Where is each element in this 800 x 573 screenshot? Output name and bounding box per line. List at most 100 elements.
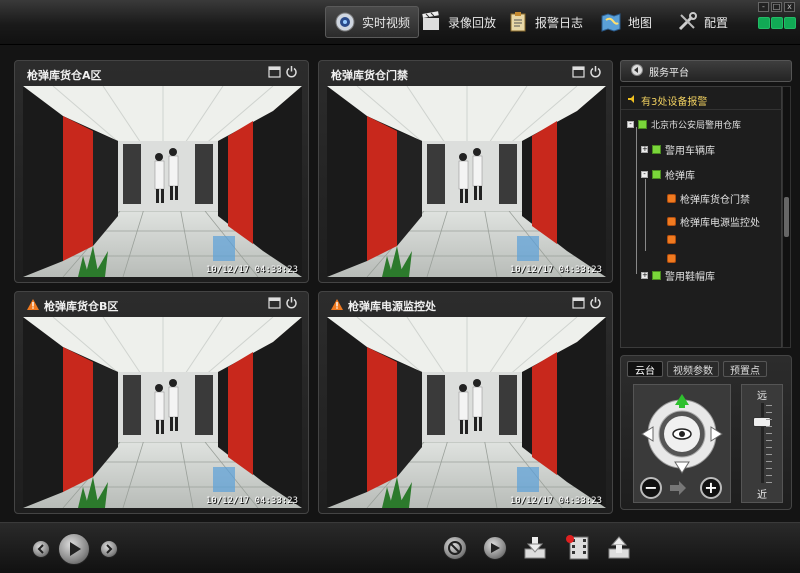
zoom-slider-area: 远 近 xyxy=(741,384,783,503)
video-timestamp: 10/12/17 04:33:23 xyxy=(509,265,602,275)
video-title-text: 枪弹库货仓A区 xyxy=(27,69,102,82)
ptz-center-button[interactable] xyxy=(672,425,692,443)
alert-text: 有3处设备报警 xyxy=(641,97,708,108)
tree-node-unnamed-2[interactable] xyxy=(667,254,676,263)
maximize-window-icon[interactable] xyxy=(268,65,281,78)
zoom-tick xyxy=(766,482,772,483)
top-toolbar: 实时视频 录像回放 报警日志 地图 配置 - □ x xyxy=(0,0,800,45)
layout-single-button[interactable] xyxy=(758,17,770,29)
zoom-tick xyxy=(766,419,772,420)
video-panel-title: 枪弹库货仓B区 xyxy=(27,298,118,314)
video-feed[interactable]: 10/12/17 04:33:23 xyxy=(327,317,606,508)
zoom-tick xyxy=(766,440,772,441)
power-icon[interactable] xyxy=(589,296,602,309)
zoom-tick xyxy=(766,468,772,469)
chevron-left-icon xyxy=(37,544,44,554)
maximize-window-icon[interactable] xyxy=(268,296,281,309)
tree-scrollbar[interactable] xyxy=(782,86,791,348)
layout-quad-button[interactable] xyxy=(771,17,783,29)
ptz-right-button[interactable] xyxy=(707,426,723,442)
arrow-up-icon xyxy=(675,394,689,408)
record-button[interactable] xyxy=(563,532,593,562)
download-icon xyxy=(524,537,546,559)
zoom-tick xyxy=(766,475,772,476)
video-feed[interactable]: 10/12/17 04:33:23 xyxy=(23,86,302,277)
plus-icon: + xyxy=(704,478,718,497)
alarm-status-icon xyxy=(667,235,676,244)
ptz-left-button[interactable] xyxy=(641,426,657,442)
minus-icon: − xyxy=(644,478,658,497)
tree-node-unnamed-1[interactable] xyxy=(667,235,676,244)
nav-label: 实时视频 xyxy=(362,15,411,30)
nav-alarm-log[interactable]: 报警日志 xyxy=(499,6,591,38)
tree-node-shoes[interactable]: + 警用鞋帽库 xyxy=(641,268,715,283)
window-close-button[interactable]: x xyxy=(784,2,795,12)
nav-config[interactable]: 配置 xyxy=(668,6,736,38)
tree-alert[interactable]: 有3处设备报警 xyxy=(627,93,707,108)
window-maximize-button[interactable]: □ xyxy=(771,2,782,12)
nav-live-video[interactable]: 实时视频 xyxy=(325,6,420,38)
film-icon xyxy=(420,11,442,33)
zoom-near-label: 近 xyxy=(757,490,767,501)
power-icon[interactable] xyxy=(285,296,298,309)
video-title-text: 枪弹库货仓门禁 xyxy=(331,69,408,82)
tree-node-vehicle[interactable]: + 警用车辆库 xyxy=(641,142,715,157)
layout-full-button[interactable] xyxy=(784,17,796,29)
zoom-tick xyxy=(766,412,772,413)
nav-label: 录像回放 xyxy=(448,15,497,30)
server-platform-button[interactable]: 服务平台 xyxy=(620,60,792,82)
tools-icon xyxy=(676,11,698,33)
video-panel[interactable]: 枪弹库货仓B区 10/12/17 04:33:23 xyxy=(14,291,309,514)
nav-map[interactable]: 地图 xyxy=(592,6,660,38)
tree-node-power[interactable]: 枪弹库电源监控处 xyxy=(667,214,760,229)
previous-button[interactable] xyxy=(32,540,50,558)
video-panel[interactable]: 枪弹库货仓门禁 10/12/17 04:33:23 xyxy=(318,60,613,283)
maximize-window-icon[interactable] xyxy=(572,65,585,78)
tab-ptz[interactable]: 云台 xyxy=(627,361,663,377)
zoom-out-button[interactable]: − xyxy=(640,477,662,499)
tab-video-params[interactable]: 视频参数 xyxy=(667,361,719,377)
play-video-button[interactable] xyxy=(483,536,507,560)
tree-node-gate[interactable]: 枪弹库货仓门禁 xyxy=(667,191,750,206)
video-panel[interactable]: 枪弹库货仓A区 10/12/17 04:33:23 xyxy=(14,60,309,283)
device-tree: 有3处设备报警 - 北京市公安局警用仓库 + 警用车辆库 - 枪弹库 枪弹库货仓… xyxy=(620,86,783,348)
tree-node-root[interactable]: - 北京市公安局警用仓库 xyxy=(627,118,741,131)
tab-presets[interactable]: 预置点 xyxy=(723,361,767,377)
download-button[interactable] xyxy=(521,534,549,562)
ptz-down-button[interactable] xyxy=(674,458,690,474)
ptz-up-button[interactable] xyxy=(674,393,690,409)
power-icon[interactable] xyxy=(285,65,298,78)
zoom-tick xyxy=(766,454,772,455)
video-panel-buttons xyxy=(268,296,298,309)
zoom-tick xyxy=(766,461,772,462)
play-icon xyxy=(70,542,81,556)
zoom-tick xyxy=(766,405,772,406)
arrow-right-icon xyxy=(710,426,723,442)
globe-icon xyxy=(631,63,643,79)
video-panel[interactable]: 枪弹库电源监控处 10/12/17 04:33:23 xyxy=(318,291,613,514)
tree-scrollbar-thumb[interactable] xyxy=(784,197,789,237)
arrow-down-icon xyxy=(674,461,690,474)
video-feed[interactable]: 10/12/17 04:33:23 xyxy=(23,317,302,508)
maximize-window-icon[interactable] xyxy=(572,296,585,309)
alarm-status-icon xyxy=(667,254,676,263)
tree-label: 警用鞋帽库 xyxy=(665,272,715,283)
video-panel-buttons xyxy=(572,296,602,309)
power-icon[interactable] xyxy=(589,65,602,78)
video-panel-buttons xyxy=(572,65,602,78)
nav-playback[interactable]: 录像回放 xyxy=(412,6,504,38)
expand-icon: + xyxy=(641,271,648,279)
export-button[interactable] xyxy=(605,534,633,562)
stop-button[interactable] xyxy=(443,536,467,560)
zoom-in-button[interactable]: + xyxy=(700,477,722,499)
window-minimize-button[interactable]: - xyxy=(758,2,769,12)
tree-node-armory[interactable]: - 枪弹库 xyxy=(641,167,695,182)
next-button[interactable] xyxy=(100,540,118,558)
expand-icon: + xyxy=(641,145,648,153)
tree-label: 北京市公安局警用仓库 xyxy=(651,121,742,131)
zoom-tick xyxy=(766,433,772,434)
video-feed[interactable]: 10/12/17 04:33:23 xyxy=(327,86,606,277)
play-icon xyxy=(491,543,500,553)
zoom-track[interactable] xyxy=(761,403,764,483)
play-button[interactable] xyxy=(58,533,90,565)
